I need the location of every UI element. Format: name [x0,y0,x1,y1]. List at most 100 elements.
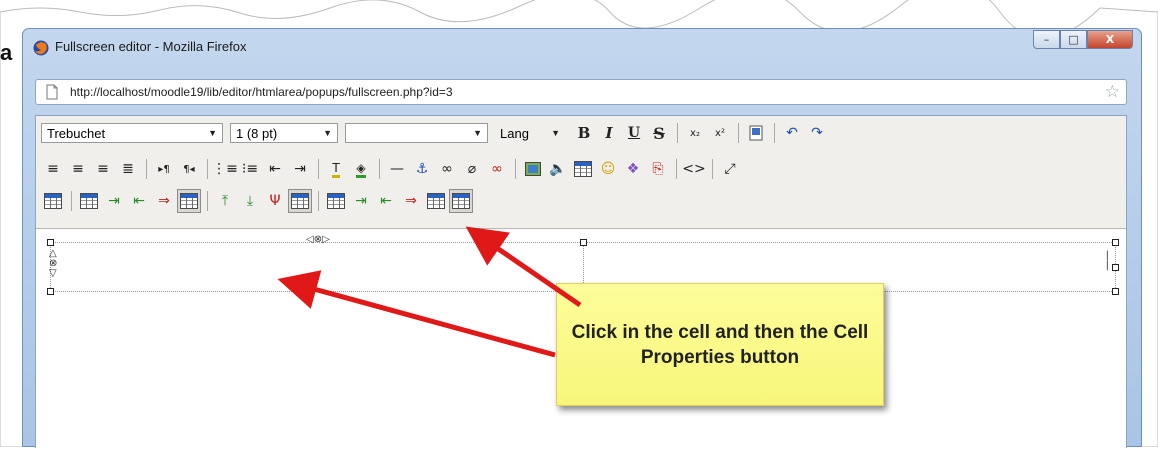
resize-handle[interactable] [47,239,54,246]
text-color-icon[interactable]: T [324,157,348,181]
font-family-select[interactable]: Trebuchet ▼ [41,123,223,143]
toolbar-separator [712,159,713,179]
delete-cell-icon[interactable]: ⇒ [399,189,423,213]
rtl-icon[interactable]: ¶◂ [177,157,201,181]
toolbar-separator [738,123,739,143]
resize-handle[interactable] [1112,264,1119,271]
unordered-list-icon[interactable]: ⁝≡ [238,157,262,181]
url-text[interactable]: http://localhost/moodle19/lib/editor/htm… [70,85,453,99]
justify-full-icon[interactable]: ≣ [116,157,140,181]
link-icon[interactable]: ∞ [435,157,459,181]
resize-handle[interactable] [1112,288,1119,295]
split-col-icon[interactable] [288,189,312,213]
column-move-handle-icon[interactable]: ◁⊗▷ [306,234,330,245]
toolbar-separator [774,123,775,143]
toolbar-separator [207,159,208,179]
superscript-button[interactable]: x² [708,121,732,145]
table-properties-icon[interactable] [41,189,65,213]
toolbar-separator [318,159,319,179]
resize-handle[interactable] [580,239,587,246]
bold-button[interactable]: B [572,121,596,145]
callout-text: Click in the cell and then the Cell Prop… [571,321,869,368]
paste-word-icon[interactable] [744,121,768,145]
font-size-select[interactable]: 1 (8 pt) ▼ [230,123,338,143]
smiley-icon[interactable]: ☺ [596,157,620,181]
horizontal-rule-icon[interactable]: — [385,157,409,181]
insert-row-after-icon[interactable]: ⇤ [127,189,151,213]
lang-select[interactable]: Lang ▼ [495,123,565,143]
firefox-icon [33,40,49,56]
chevron-down-icon: ▼ [551,128,560,138]
row-end-handle-icon[interactable]: | | [1106,251,1109,271]
insert-cell-after-icon[interactable]: ⇤ [374,189,398,213]
anchor-icon[interactable]: ⚓ [410,157,434,181]
page-icon [46,84,58,100]
star-icon[interactable]: ☆ [1105,82,1120,102]
ltr-icon[interactable]: ▸¶ [152,157,176,181]
ordered-list-icon[interactable]: ⋮≡ [212,157,238,181]
font-family-value: Trebuchet [47,125,106,141]
indent-icon[interactable]: ⇥ [288,157,312,181]
maximize-button[interactable]: □ [1060,30,1087,49]
split-row-icon[interactable] [177,189,201,213]
toolbar-row-2: ≡ ≡ ≡ ≣ ▸¶ ¶◂ ⋮≡ ⁝≡ ⇤ ⇥ T ◈ — ⚓ ∞ ⌀ ∞ 🔈 … [41,156,743,182]
close-button[interactable]: X [1087,30,1133,49]
row-move-handle-icon[interactable]: △ ⊗ ▽ [49,249,57,279]
resize-handle[interactable] [47,288,54,295]
unlink-icon[interactable]: ⌀ [460,157,484,181]
justify-left-icon[interactable]: ≡ [41,157,65,181]
merge-cells-icon[interactable] [424,189,448,213]
insert-row-before-icon[interactable]: ⇥ [102,189,126,213]
html-source-icon[interactable]: <> [682,157,706,181]
toolbar-row-3: ⇥ ⇤ ⇒ ⤒ ⤓ Ψ ⇥ ⇤ ⇒ [41,188,474,214]
strikethrough-button[interactable]: S [647,121,671,145]
underline-button[interactable]: U [622,121,646,145]
delete-row-icon[interactable]: ⇒ [152,189,176,213]
subscript-button[interactable]: x₂ [683,121,707,145]
resize-handle[interactable] [1112,239,1119,246]
undo-icon[interactable]: ↶ [780,121,804,145]
cell-properties-icon[interactable] [324,189,348,213]
fullscreen-icon[interactable]: ⤢ [718,157,742,181]
toolbar-separator [379,159,380,179]
title-bar[interactable]: Fullscreen editor - Mozilla Firefox – □ … [23,29,1141,65]
font-size-value: 1 (8 pt) [236,125,278,141]
chevron-down-icon: ▼ [323,128,332,138]
toolbar-separator [318,191,319,211]
editor-toolbar: Trebuchet ▼ 1 (8 pt) ▼ ▼ Lang ▼ B I U S x₂ … [36,116,1126,229]
search-replace-icon[interactable]: ⎘ [646,157,670,181]
heading-select[interactable]: ▼ [345,123,488,143]
insert-table-icon[interactable] [571,157,595,181]
toolbar-separator [676,159,677,179]
background-color-icon[interactable]: ◈ [349,157,373,181]
toolbar-separator [207,191,208,211]
justify-right-icon[interactable]: ≡ [91,157,115,181]
minimize-button[interactable]: – [1033,30,1060,49]
callout-note: Click in the cell and then the Cell Prop… [556,283,884,406]
lang-value: Lang [500,125,529,141]
toolbar-separator [677,123,678,143]
window-title: Fullscreen editor - Mozilla Firefox [55,39,247,54]
redo-icon[interactable]: ↷ [805,121,829,145]
insert-cell-before-icon[interactable]: ⇥ [349,189,373,213]
toolbar-separator [146,159,147,179]
insert-col-after-icon[interactable]: ⤓ [238,189,262,213]
split-cell-icon[interactable] [449,189,473,213]
insert-image-icon[interactable] [521,157,545,181]
toolbar-separator [71,191,72,211]
italic-button[interactable]: I [597,121,621,145]
chevron-down-icon: ▼ [208,128,217,138]
special-char-icon[interactable]: ❖ [621,157,645,181]
no-link-icon[interactable]: ∞ [485,157,509,181]
delete-col-icon[interactable]: Ψ [263,189,287,213]
justify-center-icon[interactable]: ≡ [66,157,90,181]
outdent-icon[interactable]: ⇤ [263,157,287,181]
toolbar-separator [515,159,516,179]
chevron-down-icon: ▼ [473,128,482,138]
address-bar[interactable]: http://localhost/moodle19/lib/editor/htm… [35,79,1127,105]
row-properties-icon[interactable] [77,189,101,213]
toolbar-row-1: Trebuchet ▼ 1 (8 pt) ▼ ▼ Lang ▼ B I U S x₂ … [41,120,830,146]
insert-col-before-icon[interactable]: ⤒ [213,189,237,213]
window-controls: – □ X [1033,30,1133,50]
insert-media-icon[interactable]: 🔈 [546,157,570,181]
